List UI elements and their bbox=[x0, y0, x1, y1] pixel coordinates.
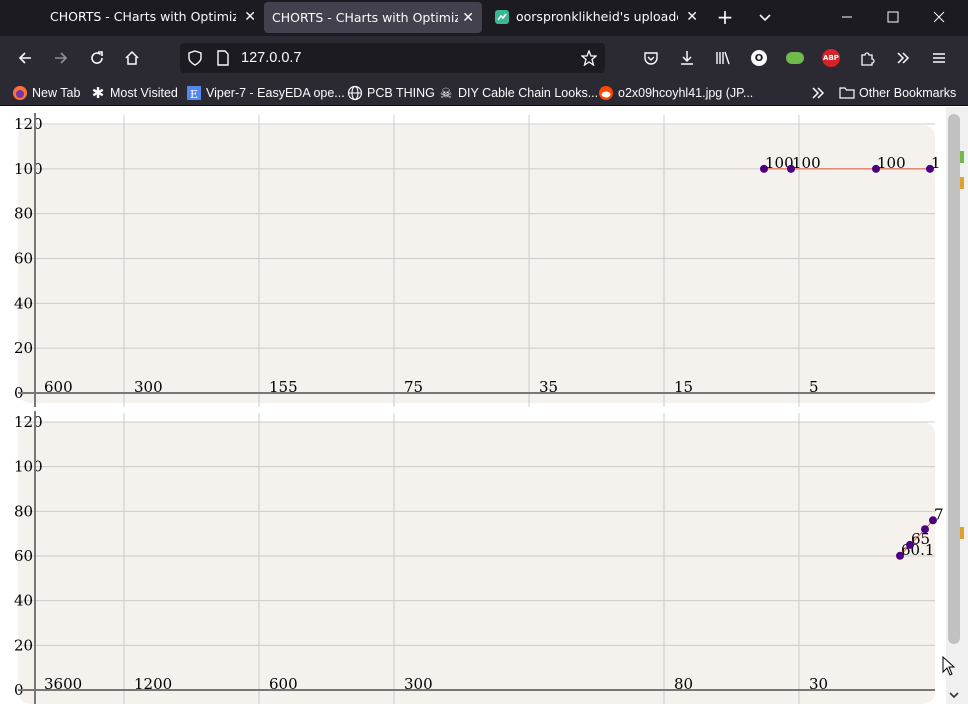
x-tick-label: 80 bbox=[674, 675, 693, 693]
bookmark-label: Most Visited bbox=[110, 86, 178, 100]
scroll-down-chevron-icon[interactable] bbox=[947, 688, 961, 702]
y-tick-label: 20 bbox=[14, 636, 33, 654]
skull-icon: ☠ bbox=[439, 84, 453, 101]
bookmark-reddit-image[interactable]: o2x09hcoyhl41.jpg (JP... bbox=[598, 84, 753, 102]
firefox-icon bbox=[12, 85, 28, 101]
tab-strip: CHORTS - CHarts with Optimized N ✕ CHORT… bbox=[0, 0, 968, 36]
y-tick-label: 100 bbox=[14, 160, 43, 178]
tab-chorts-2[interactable]: CHORTS - CHarts with Optimized N ✕ bbox=[264, 2, 482, 33]
library-icon[interactable] bbox=[709, 44, 737, 72]
y-tick-label: 120 bbox=[14, 115, 43, 133]
reload-button[interactable] bbox=[83, 44, 111, 72]
y-tick-label: 60 bbox=[14, 547, 33, 565]
data-label: 65 bbox=[911, 530, 930, 548]
tab-list-chevron-down-icon[interactable] bbox=[752, 4, 778, 30]
page-info-icon[interactable] bbox=[215, 50, 231, 66]
downloads-icon[interactable] bbox=[673, 44, 701, 72]
x-tick-label: 300 bbox=[134, 378, 163, 396]
bookmark-viper-7[interactable]: E Viper-7 - EasyEDA ope... bbox=[186, 84, 345, 102]
bookmark-label: Other Bookmarks bbox=[859, 86, 957, 100]
data-point bbox=[921, 525, 929, 534]
x-tick-label: 30 bbox=[809, 675, 828, 693]
y-tick-label: 40 bbox=[14, 592, 33, 610]
shield-icon[interactable] bbox=[187, 50, 203, 66]
bookmark-diy-cable-chain[interactable]: ☠ DIY Cable Chain Looks... bbox=[438, 84, 598, 102]
other-bookmarks-folder[interactable]: Other Bookmarks bbox=[839, 84, 956, 102]
url-text[interactable]: 127.0.0.7 bbox=[241, 50, 301, 66]
mouse-cursor-icon bbox=[942, 655, 956, 676]
x-tick-label: 600 bbox=[269, 675, 298, 693]
y-tick-label: 80 bbox=[14, 502, 33, 520]
easyeda-icon: E bbox=[186, 85, 202, 101]
data-label: 100 bbox=[877, 154, 906, 172]
y-tick-label: 20 bbox=[14, 339, 33, 357]
x-tick-label: 1200 bbox=[134, 675, 172, 693]
data-label: 7 bbox=[934, 505, 944, 523]
y-tick-label: 80 bbox=[14, 205, 33, 223]
data-label: 1 bbox=[931, 154, 941, 172]
bookmark-new-tab[interactable]: New Tab bbox=[12, 84, 80, 102]
back-button[interactable] bbox=[11, 44, 39, 72]
y-tick-label: 100 bbox=[14, 458, 43, 476]
close-icon[interactable]: ✕ bbox=[462, 10, 474, 26]
bookmark-label: PCB THING bbox=[367, 86, 435, 100]
close-window-button[interactable] bbox=[916, 0, 962, 33]
minimize-button[interactable] bbox=[824, 0, 870, 33]
x-tick-label: 75 bbox=[404, 378, 423, 396]
x-tick-label: 35 bbox=[539, 378, 558, 396]
close-icon[interactable]: ✕ bbox=[686, 9, 698, 25]
x-tick-label: 5 bbox=[809, 378, 819, 396]
forward-button[interactable] bbox=[47, 44, 75, 72]
charts-canvas: 020406080100120600 300 155 75 35 15 5100100 100… bbox=[14, 113, 944, 704]
abp-label: ABP bbox=[822, 49, 840, 67]
data-label: 100 bbox=[792, 154, 821, 172]
x-tick-label: 155 bbox=[269, 378, 298, 396]
tab-title: CHORTS - CHarts with Optimized N bbox=[50, 9, 236, 24]
close-icon[interactable]: ✕ bbox=[244, 9, 256, 25]
gear-icon: ✱ bbox=[91, 85, 105, 102]
bookmark-label: Viper-7 - EasyEDA ope... bbox=[206, 86, 345, 100]
x-tick-label: 15 bbox=[674, 378, 693, 396]
x-tick-label: 600 bbox=[44, 378, 73, 396]
image-favicon-icon bbox=[495, 9, 509, 24]
scrollbar-thumb[interactable] bbox=[948, 114, 960, 644]
new-tab-button[interactable]: + bbox=[712, 4, 738, 30]
bookmark-label: DIY Cable Chain Looks... bbox=[458, 86, 599, 100]
y-tick-label: 40 bbox=[14, 294, 33, 312]
tab-title: CHORTS - CHarts with Optimized N bbox=[272, 10, 458, 25]
home-button[interactable] bbox=[118, 44, 146, 72]
overflow-chevron-icon[interactable] bbox=[889, 44, 917, 72]
plot-background bbox=[18, 422, 935, 704]
bookmark-label: o2x09hcoyhl41.jpg (JP... bbox=[618, 86, 754, 100]
page-content: 0 20 40 60 80 100 120 600 300 155 75 35 15 5 100 100 100… bbox=[0, 107, 946, 704]
extensions-puzzle-icon[interactable] bbox=[853, 44, 881, 72]
bookmark-most-visited[interactable]: ✱ Most Visited bbox=[90, 84, 178, 102]
x-tick-label: 300 bbox=[404, 675, 433, 693]
maximize-button[interactable] bbox=[870, 0, 916, 33]
x-tick-label: 3600 bbox=[44, 675, 82, 693]
bookmarks-overflow-chevron-icon[interactable] bbox=[810, 84, 826, 102]
svg-text:E: E bbox=[190, 88, 198, 101]
menu-hamburger-icon[interactable] bbox=[925, 44, 953, 72]
bookmark-pcb-thing[interactable]: PCB THING bbox=[347, 84, 435, 102]
bookmark-star-icon[interactable] bbox=[580, 49, 598, 67]
tab-uploaded-image[interactable]: oorspronklikheid's uploaded im ✕ bbox=[486, 0, 706, 33]
y-tick-label: 60 bbox=[14, 250, 33, 268]
tab-title: oorspronklikheid's uploaded im bbox=[516, 9, 678, 24]
bookmark-label: New Tab bbox=[32, 86, 81, 100]
adblock-plus-icon[interactable]: ABP bbox=[817, 44, 845, 72]
globe-icon bbox=[347, 85, 363, 101]
pocket-icon[interactable] bbox=[637, 44, 665, 72]
extension-o-icon[interactable]: O bbox=[745, 44, 773, 72]
tab-chorts-1[interactable]: CHORTS - CHarts with Optimized N ✕ bbox=[42, 0, 264, 33]
extension-badge: O bbox=[751, 50, 767, 66]
folder-icon bbox=[839, 85, 855, 101]
y-tick-label: 120 bbox=[14, 413, 43, 431]
reddit-icon bbox=[598, 85, 614, 101]
toggle-extension-icon[interactable] bbox=[781, 44, 809, 72]
